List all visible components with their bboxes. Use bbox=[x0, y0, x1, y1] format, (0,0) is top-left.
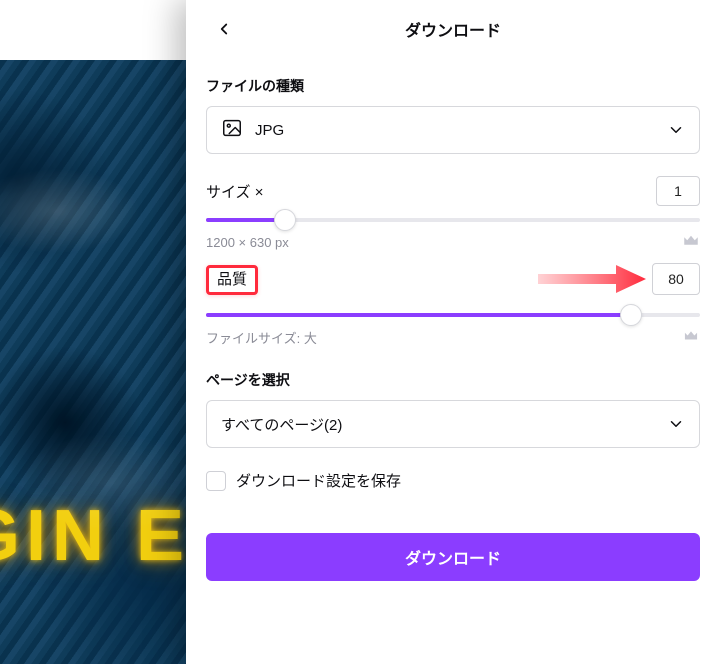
size-row: サイズ × 1 bbox=[206, 176, 700, 206]
crown-icon bbox=[683, 328, 699, 347]
size-label: サイズ × bbox=[206, 181, 263, 202]
quality-slider-thumb[interactable] bbox=[620, 304, 642, 326]
crown-icon bbox=[682, 232, 700, 253]
size-multiplier-input[interactable]: 1 bbox=[656, 176, 700, 206]
pages-selected: すべてのページ(2) bbox=[221, 414, 342, 435]
download-button[interactable]: ダウンロード bbox=[206, 533, 700, 581]
panel-header: ダウンロード bbox=[206, 0, 700, 58]
download-panel: ダウンロード ファイルの種類 JPG サイズ × 1 bbox=[186, 0, 720, 664]
pages-label: ページを選択 bbox=[206, 370, 700, 390]
size-slider[interactable] bbox=[206, 218, 700, 222]
annotation-arrow-icon bbox=[538, 259, 648, 299]
quality-value-input[interactable]: 80 bbox=[652, 263, 700, 295]
size-slider-thumb[interactable] bbox=[274, 209, 296, 231]
panel-title: ダウンロード bbox=[405, 17, 501, 41]
quality-slider[interactable] bbox=[206, 313, 700, 317]
quality-filesize-text: ファイルサイズ: 大 bbox=[206, 328, 317, 347]
chevron-down-icon bbox=[667, 415, 685, 433]
image-icon bbox=[221, 117, 243, 143]
filetype-selected: JPG bbox=[255, 122, 284, 139]
size-dimensions: 1200 × 630 px bbox=[206, 235, 289, 250]
filetype-select[interactable]: JPG bbox=[206, 106, 700, 154]
back-button[interactable] bbox=[206, 0, 242, 58]
quality-label-highlight: 品質 bbox=[206, 265, 258, 295]
chevron-left-icon bbox=[215, 20, 233, 38]
workspace-top-strip bbox=[0, 0, 186, 60]
save-settings-label: ダウンロード設定を保存 bbox=[236, 470, 401, 491]
pages-select[interactable]: すべてのページ(2) bbox=[206, 400, 700, 448]
filetype-label: ファイルの種類 bbox=[206, 76, 700, 96]
save-settings-checkbox[interactable] bbox=[206, 471, 226, 491]
canvas-sample-text: GIN E bbox=[0, 495, 190, 577]
save-settings-row[interactable]: ダウンロード設定を保存 bbox=[206, 470, 700, 491]
canvas-preview: GIN E bbox=[0, 60, 186, 664]
chevron-down-icon bbox=[667, 121, 685, 139]
